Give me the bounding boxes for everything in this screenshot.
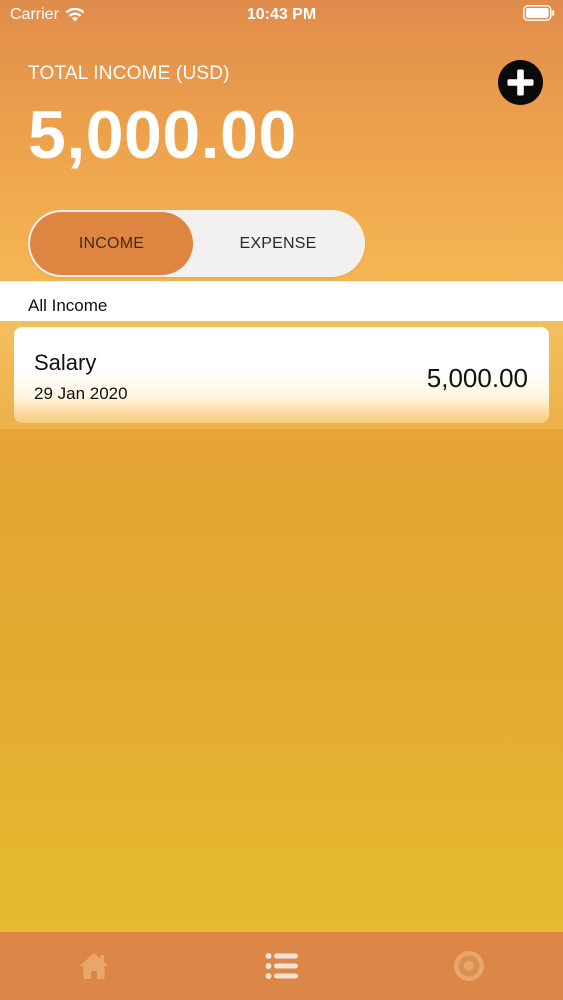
- list-icon: [265, 953, 298, 979]
- total-income-label: TOTAL INCOME (USD): [28, 63, 230, 84]
- battery-icon: [523, 5, 555, 21]
- home-icon: [79, 953, 109, 979]
- carrier-info: Carrier: [10, 6, 85, 24]
- gear-icon: [454, 951, 484, 981]
- add-button[interactable]: [498, 60, 543, 105]
- list-item[interactable]: Salary 29 Jan 2020 5,000.00: [14, 327, 549, 423]
- list-item-amount: 5,000.00: [426, 363, 528, 393]
- wifi-icon: [65, 8, 85, 22]
- status-bar: Carrier 10:43 PM: [0, 0, 563, 30]
- total-income-amount: 5,000.00: [28, 97, 297, 173]
- tab-settings[interactable]: [451, 948, 487, 984]
- list-item-name: Salary: [34, 350, 97, 375]
- plus-circle-icon: [507, 69, 534, 96]
- segment-expense[interactable]: EXPENSE: [193, 212, 363, 275]
- carrier-label: Carrier: [10, 6, 59, 23]
- tab-list[interactable]: [264, 948, 300, 984]
- tab-bar: [0, 932, 563, 1000]
- segment-income[interactable]: INCOME: [30, 212, 193, 275]
- tab-home[interactable]: [76, 948, 112, 984]
- income-expense-toggle: INCOME EXPENSE: [28, 210, 365, 277]
- list-item-date: 29 Jan 2020: [34, 384, 128, 403]
- section-header: All Income: [0, 281, 563, 321]
- section-title: All Income: [28, 296, 108, 315]
